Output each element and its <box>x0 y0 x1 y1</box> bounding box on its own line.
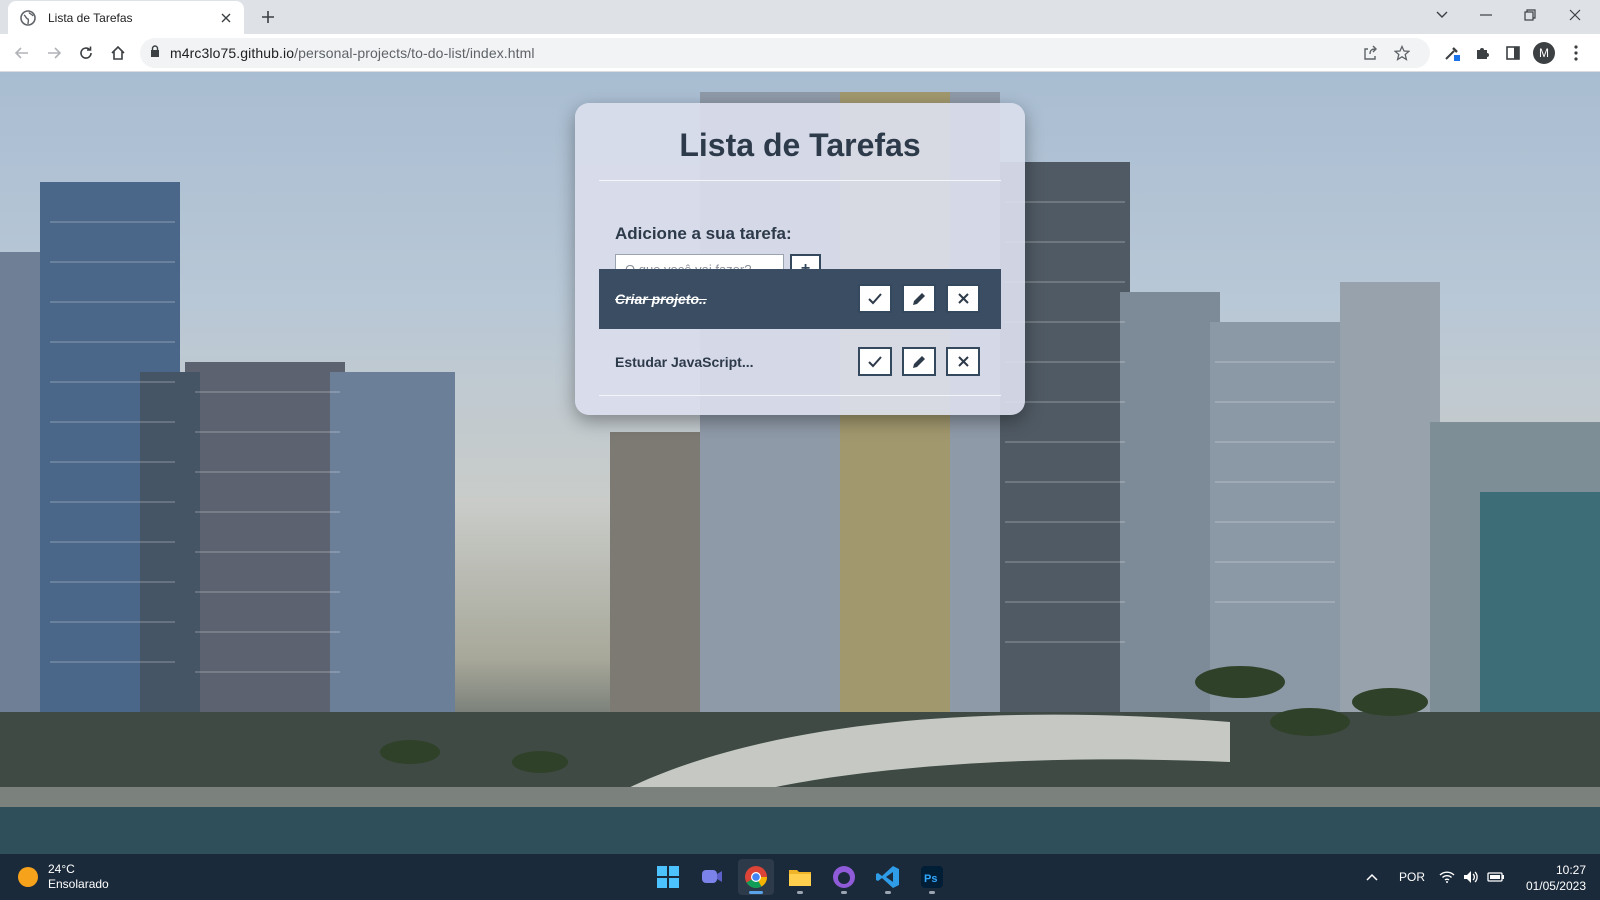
reload-button[interactable] <box>72 39 100 67</box>
restore-icon[interactable] <box>1508 0 1552 30</box>
battery-icon[interactable] <box>1484 854 1508 900</box>
edit-todo-button[interactable] <box>902 347 936 376</box>
close-icon <box>957 356 969 367</box>
share-icon[interactable] <box>1356 38 1384 68</box>
bookmark-star-icon[interactable] <box>1388 38 1416 68</box>
svg-text:Ps: Ps <box>924 873 937 885</box>
eyedropper-extension-icon[interactable] <box>1438 39 1466 67</box>
arrow-right-icon <box>48 47 62 59</box>
avatar: M <box>1533 42 1555 64</box>
home-icon <box>111 45 125 60</box>
running-indicator <box>841 891 847 894</box>
side-panel-icon[interactable] <box>1499 39 1527 67</box>
clock[interactable]: 10:27 01/05/2023 <box>1526 862 1586 894</box>
windows-taskbar: 24°C Ensolarado Ps POR 10:27 01/05/2023 <box>0 854 1600 900</box>
back-button[interactable] <box>8 39 36 67</box>
running-indicator <box>885 891 891 894</box>
arrow-left-icon <box>14 47 28 59</box>
weather-widget[interactable]: 24°C Ensolarado <box>18 862 109 892</box>
new-tab-button[interactable] <box>256 5 280 29</box>
globe-icon <box>20 9 36 26</box>
github-desktop-icon[interactable] <box>826 859 862 895</box>
home-button[interactable] <box>104 39 132 67</box>
page-viewport: Lista de Tarefas Adicione a sua tarefa: … <box>0 72 1600 854</box>
running-indicator <box>797 891 803 894</box>
finish-todo-button[interactable] <box>858 347 892 376</box>
volume-icon[interactable] <box>1460 854 1482 900</box>
pencil-icon <box>913 355 925 368</box>
address-bar[interactable]: m4rc3lo75.github.io/personal-projects/to… <box>140 38 1430 68</box>
add-task-label: Adicione a sua tarefa: <box>615 224 792 243</box>
todo-card: Lista de Tarefas Adicione a sua tarefa: … <box>575 103 1025 415</box>
check-icon <box>868 292 882 304</box>
close-tab-icon[interactable] <box>218 10 234 26</box>
finish-todo-button[interactable] <box>858 284 892 313</box>
browser-tab[interactable]: Lista de Tarefas <box>8 1 244 34</box>
active-indicator <box>749 891 763 894</box>
start-icon[interactable] <box>650 859 686 895</box>
pencil-icon <box>913 292 925 305</box>
clock-date: 01/05/2023 <box>1525 879 1586 893</box>
language-indicator[interactable]: POR <box>1394 854 1430 900</box>
profile-button[interactable]: M <box>1530 39 1558 67</box>
divider <box>599 180 1001 181</box>
browser-tab-strip: Lista de Tarefas <box>0 0 1600 34</box>
todo-item: Criar projeto.. <box>599 269 1001 329</box>
chrome-icon[interactable] <box>738 859 774 895</box>
photoshop-icon[interactable]: Ps <box>914 859 950 895</box>
page-title: Lista de Tarefas <box>679 127 921 163</box>
edit-todo-button[interactable] <box>902 284 936 313</box>
remove-todo-button[interactable] <box>946 284 980 313</box>
file-explorer-icon[interactable] <box>782 859 818 895</box>
close-icon <box>957 293 969 304</box>
remove-todo-button[interactable] <box>946 347 980 376</box>
url-host: m4rc3lo75.github.io <box>170 45 295 61</box>
extensions-puzzle-icon[interactable] <box>1468 39 1496 67</box>
close-window-icon[interactable] <box>1553 0 1597 30</box>
clock-time: 10:27 <box>1555 863 1586 877</box>
divider <box>599 395 1001 396</box>
menu-kebab-icon[interactable] <box>1562 39 1590 67</box>
browser-toolbar: m4rc3lo75.github.io/personal-projects/to… <box>0 34 1600 72</box>
tab-search-icon[interactable] <box>1420 0 1464 30</box>
wifi-icon[interactable] <box>1436 854 1458 900</box>
todo-text: Criar projeto.. <box>615 291 707 307</box>
url-text: m4rc3lo75.github.io/personal-projects/to… <box>170 45 535 61</box>
lock-icon <box>150 44 160 62</box>
running-indicator <box>929 891 935 894</box>
sun-icon <box>18 867 38 887</box>
reload-icon <box>80 46 92 59</box>
tab-title: Lista de Tarefas <box>48 10 133 25</box>
todo-text: Estudar JavaScript... <box>615 354 754 370</box>
todo-item: Estudar JavaScript... <box>599 332 1001 392</box>
minimize-icon[interactable] <box>1464 0 1508 30</box>
vscode-icon[interactable] <box>870 859 906 895</box>
forward-button[interactable] <box>40 39 68 67</box>
weather-text: 24°C Ensolarado <box>48 862 109 892</box>
check-icon <box>868 355 882 367</box>
chevron-up-icon[interactable] <box>1360 854 1384 900</box>
chat-icon[interactable] <box>694 859 730 895</box>
weather-desc: Ensolarado <box>48 877 109 891</box>
weather-temp: 24°C <box>48 862 75 876</box>
url-path: /personal-projects/to-do-list/index.html <box>294 45 535 61</box>
